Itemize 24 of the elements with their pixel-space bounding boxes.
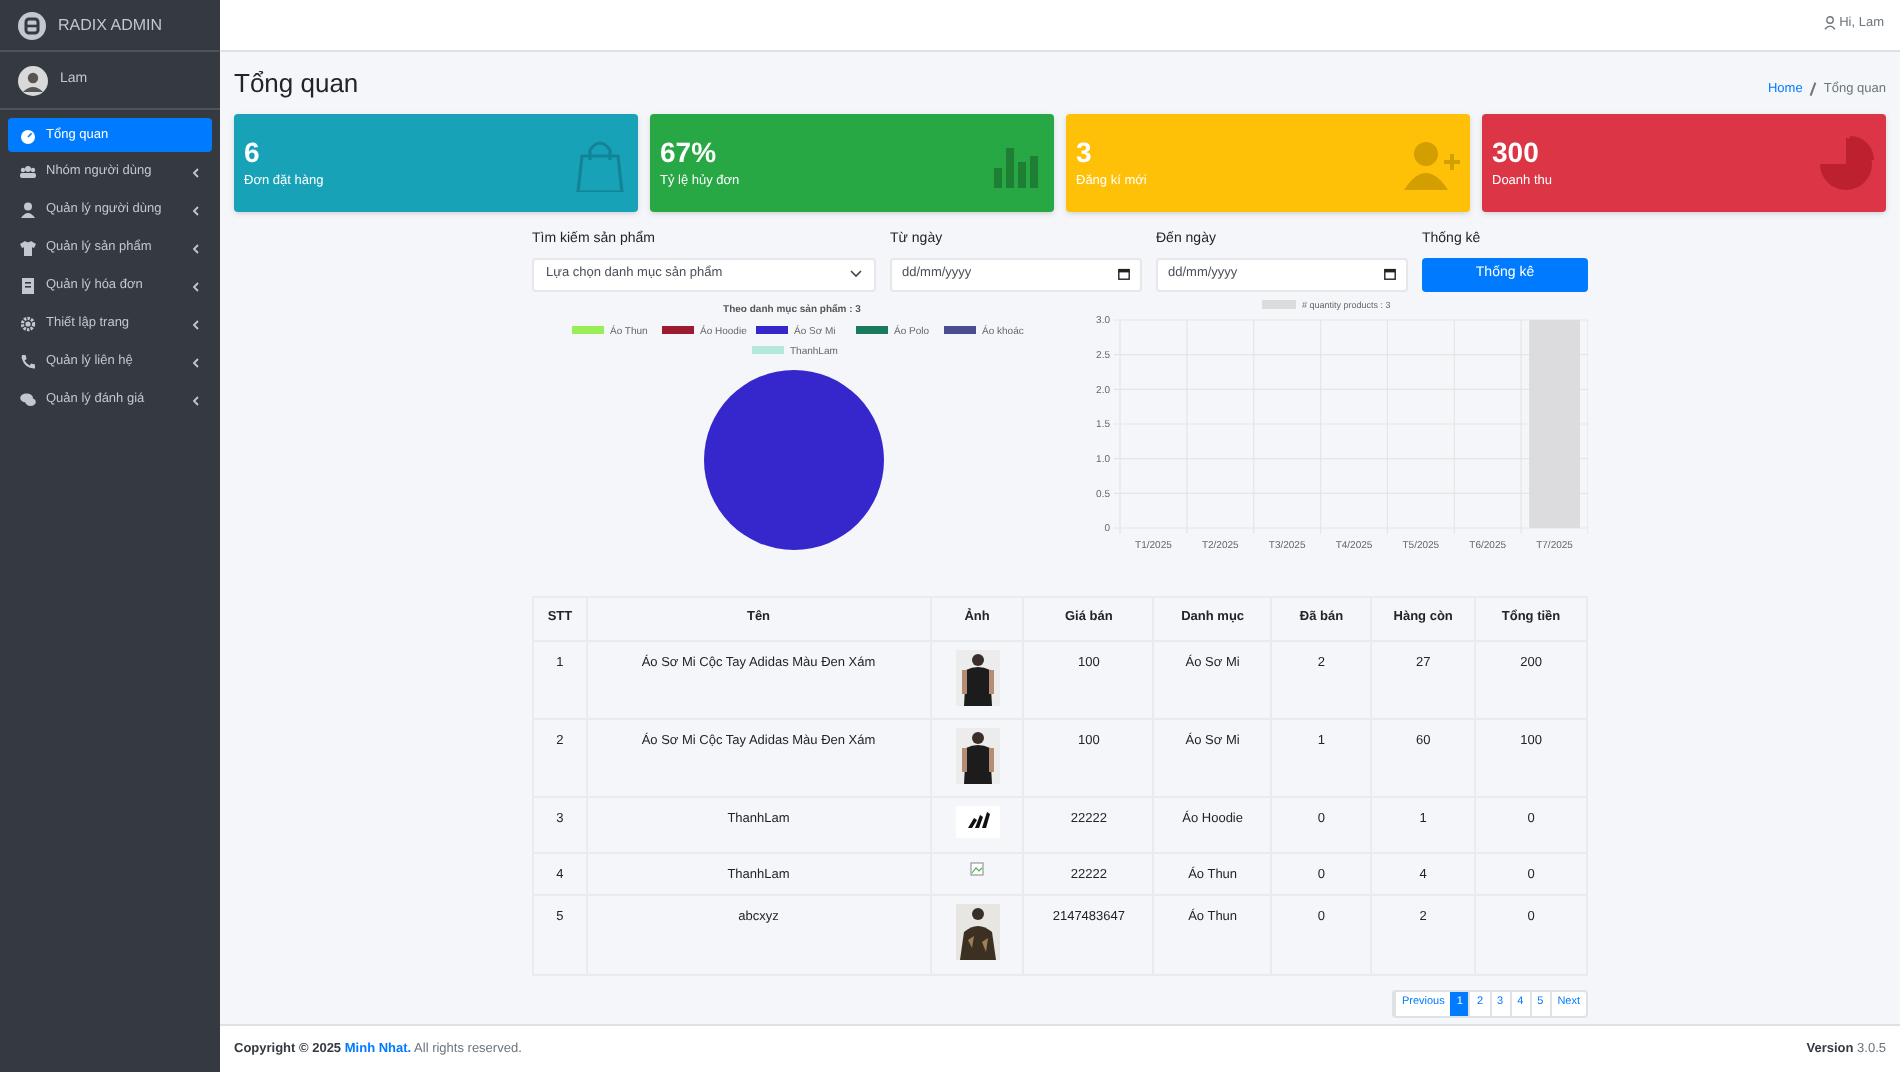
user-icon xyxy=(1823,16,1836,31)
pie-chart-icon xyxy=(1820,135,1876,191)
users-icon xyxy=(20,164,36,180)
phone-icon xyxy=(20,354,36,370)
chevron-down-icon xyxy=(850,270,862,278)
stat-value: 3 xyxy=(1076,137,1094,166)
calendar-icon xyxy=(1118,268,1130,280)
shirt-icon xyxy=(20,240,36,256)
pie-slice[interactable] xyxy=(704,369,884,549)
page-title: Tổng quan xyxy=(234,67,359,99)
calendar-icon xyxy=(1384,268,1396,280)
logo-icon xyxy=(18,11,46,39)
dashboard-icon xyxy=(20,127,36,143)
user-icon xyxy=(20,202,36,218)
bag-icon xyxy=(572,135,628,191)
comments-icon xyxy=(20,392,36,408)
brand-name: RADIX ADMIN xyxy=(58,13,163,37)
stat-value: 67% xyxy=(660,137,719,166)
avatar-icon xyxy=(18,65,48,95)
gear-icon xyxy=(20,316,36,332)
document-icon xyxy=(20,278,36,294)
broken-image-icon xyxy=(970,861,984,875)
stat-value: 6 xyxy=(244,137,262,166)
stat-value: 300 xyxy=(1492,137,1541,166)
